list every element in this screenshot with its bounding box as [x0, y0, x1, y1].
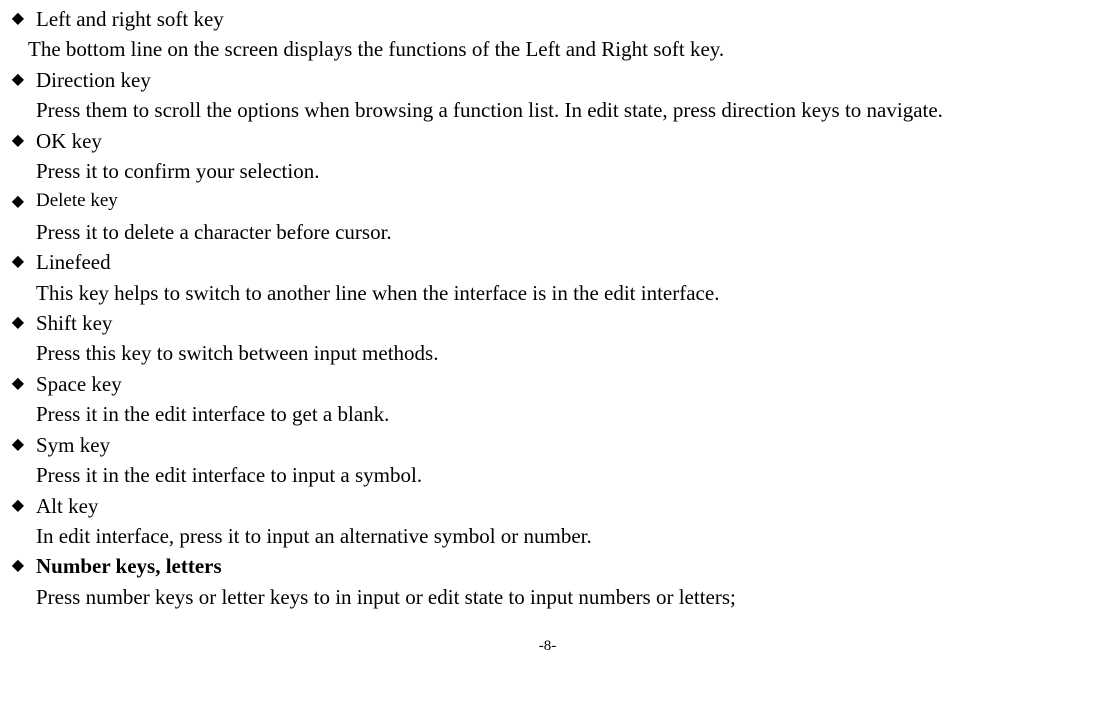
item-title: Space key [36, 369, 1095, 399]
item-body: Press it to delete a character before cu… [0, 217, 1095, 247]
diamond-bullet-icon: ◆ [0, 65, 36, 95]
item-title: Shift key [36, 308, 1095, 338]
item-title: Number keys, letters [36, 551, 1095, 581]
diamond-bullet-icon: ◆ [0, 551, 36, 581]
item-title: Direction key [36, 65, 1095, 95]
item-title: Linefeed [36, 247, 1095, 277]
list-item: ◆ Shift key Press this key to switch bet… [0, 308, 1095, 369]
diamond-bullet-icon: ◆ [0, 4, 36, 34]
list-item: ◆ Left and right soft key The bottom lin… [0, 4, 1095, 65]
diamond-bullet-icon: ◆ [0, 187, 36, 217]
item-body: In edit interface, press it to input an … [0, 521, 1095, 551]
item-body: Press this key to switch between input m… [0, 338, 1095, 368]
list-item: ◆ Alt key In edit interface, press it to… [0, 491, 1095, 552]
list-item: ◆ Delete key Press it to delete a charac… [0, 187, 1095, 247]
item-title: Left and right soft key [36, 4, 1095, 34]
item-title: Delete key [36, 187, 1095, 215]
list-item: ◆ Sym key Press it in the edit interface… [0, 430, 1095, 491]
list-item: ◆ Direction key Press them to scroll the… [0, 65, 1095, 126]
diamond-bullet-icon: ◆ [0, 491, 36, 521]
item-body: Press it to confirm your selection. [0, 156, 1095, 186]
diamond-bullet-icon: ◆ [0, 308, 36, 338]
item-body: Press them to scroll the options when br… [0, 95, 1095, 125]
item-body: This key helps to switch to another line… [0, 278, 1095, 308]
diamond-bullet-icon: ◆ [0, 247, 36, 277]
item-title: Sym key [36, 430, 1095, 460]
list-item: ◆ Number keys, letters Press number keys… [0, 551, 1095, 612]
document-page: ◆ Left and right soft key The bottom lin… [0, 0, 1095, 658]
list-item: ◆ OK key Press it to confirm your select… [0, 126, 1095, 187]
list-item: ◆ Space key Press it in the edit interfa… [0, 369, 1095, 430]
item-title: OK key [36, 126, 1095, 156]
page-number: -8- [0, 612, 1095, 658]
diamond-bullet-icon: ◆ [0, 126, 36, 156]
item-body: Press it in the edit interface to input … [0, 460, 1095, 490]
item-body: Press it in the edit interface to get a … [0, 399, 1095, 429]
diamond-bullet-icon: ◆ [0, 430, 36, 460]
item-title: Alt key [36, 491, 1095, 521]
diamond-bullet-icon: ◆ [0, 369, 36, 399]
list-item: ◆ Linefeed This key helps to switch to a… [0, 247, 1095, 308]
item-body: Press number keys or letter keys to in i… [0, 582, 1095, 612]
item-body: The bottom line on the screen displays t… [0, 34, 1095, 64]
